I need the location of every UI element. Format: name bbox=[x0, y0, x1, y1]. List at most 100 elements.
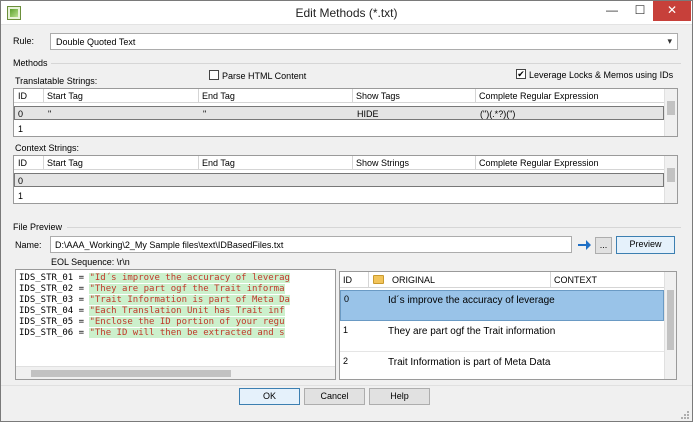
browse-button[interactable]: ... bbox=[595, 237, 612, 254]
parse-html-label: Parse HTML Content bbox=[222, 71, 307, 81]
vertical-scrollbar[interactable] bbox=[664, 89, 677, 136]
line-string: "Id´s improve the accuracy of leverag bbox=[89, 273, 290, 283]
source-line: IDS_STR_06 = "The ID will then be extrac… bbox=[19, 328, 285, 338]
divider bbox=[51, 63, 681, 64]
column-header[interactable]: Show Tags bbox=[356, 91, 400, 101]
column-header[interactable]: ID bbox=[18, 91, 27, 101]
cancel-button[interactable]: Cancel bbox=[304, 388, 365, 405]
row-id: 0 bbox=[18, 109, 24, 119]
ok-button[interactable]: OK bbox=[239, 388, 300, 405]
translatable-strings-label: Translatable Strings: bbox=[15, 76, 98, 86]
line-id: IDS_STR_04 bbox=[19, 306, 74, 316]
go-arrow-icon[interactable] bbox=[576, 237, 592, 253]
column-separator bbox=[198, 156, 199, 170]
minimize-button[interactable]: — bbox=[598, 1, 626, 21]
column-separator bbox=[475, 89, 476, 103]
column-header-original[interactable]: ORIGINAL bbox=[392, 275, 435, 285]
source-line: IDS_STR_03 = "Trait Information is part … bbox=[19, 295, 290, 305]
vertical-scrollbar[interactable] bbox=[664, 272, 676, 379]
rule-label: Rule: bbox=[13, 36, 35, 46]
table-row[interactable]: 1 bbox=[14, 189, 664, 203]
column-separator bbox=[352, 89, 353, 103]
column-separator bbox=[368, 272, 369, 288]
row-id: 0 bbox=[18, 176, 24, 186]
row-id: 1 bbox=[343, 325, 349, 335]
source-preview[interactable]: IDS_STR_01 = "Id´s improve the accuracy … bbox=[15, 269, 336, 380]
name-label: Name: bbox=[15, 240, 42, 250]
line-string: "The ID will then be extracted and s bbox=[89, 328, 285, 338]
column-header[interactable]: Show Strings bbox=[356, 158, 409, 168]
title-bar: Edit Methods (*.txt) — ☐ ✕ bbox=[1, 1, 692, 25]
column-header[interactable]: Complete Regular Expression bbox=[479, 91, 599, 101]
line-string: "Trait Information is part of Meta Da bbox=[89, 295, 290, 305]
row-regex: (")(.*?)(") bbox=[480, 109, 516, 119]
source-line: IDS_STR_04 = "Each Translation Unit has … bbox=[19, 306, 285, 316]
rule-value: Double Quoted Text bbox=[56, 37, 136, 47]
preview-button[interactable]: Preview bbox=[616, 236, 675, 254]
column-separator bbox=[352, 156, 353, 170]
line-id: IDS_STR_05 bbox=[19, 317, 74, 327]
row-id: 2 bbox=[343, 356, 349, 366]
line-string: "Enclose the ID portion of your regu bbox=[89, 317, 285, 327]
grid-header: ID Start Tag End Tag Show Strings Comple… bbox=[14, 156, 664, 170]
source-line: IDS_STR_02 = "They are part ogf the Trai… bbox=[19, 284, 285, 294]
source-line: IDS_STR_01 = "Id´s improve the accuracy … bbox=[19, 273, 290, 283]
parse-html-checkbox[interactable] bbox=[209, 70, 219, 80]
close-button[interactable]: ✕ bbox=[653, 1, 691, 21]
leverage-label: Leverage Locks & Memos using IDs bbox=[529, 70, 674, 80]
preview-table-header: ID ORIGINAL CONTEXT bbox=[340, 272, 664, 288]
preview-table: ID ORIGINAL CONTEXT 0 Id´s improve the a… bbox=[339, 271, 677, 380]
column-header[interactable]: ID bbox=[18, 158, 27, 168]
column-separator bbox=[198, 89, 199, 103]
file-path-value: D:\AAA_Working\2_My Sample files\text\ID… bbox=[55, 240, 284, 250]
scroll-thumb[interactable] bbox=[667, 290, 674, 350]
column-header-id[interactable]: ID bbox=[343, 275, 352, 285]
eol-sequence-label: EOL Sequence: \r\n bbox=[51, 257, 130, 267]
row-id: 1 bbox=[18, 191, 24, 201]
column-separator bbox=[43, 89, 44, 103]
source-line: IDS_STR_05 = "Enclose the ID portion of … bbox=[19, 317, 285, 327]
scroll-thumb[interactable] bbox=[667, 101, 675, 115]
column-header[interactable]: Start Tag bbox=[47, 91, 83, 101]
column-separator bbox=[43, 156, 44, 170]
window-title: Edit Methods (*.txt) bbox=[295, 6, 398, 20]
line-id: IDS_STR_03 bbox=[19, 295, 74, 305]
maximize-button[interactable]: ☐ bbox=[626, 1, 654, 21]
column-header[interactable]: End Tag bbox=[202, 158, 235, 168]
help-button[interactable]: Help bbox=[369, 388, 430, 405]
context-strings-label: Context Strings: bbox=[15, 143, 80, 153]
grid-header: ID Start Tag End Tag Show Tags Complete … bbox=[14, 89, 664, 103]
table-row[interactable]: 0 Id´s improve the accuracy of leverage bbox=[340, 290, 664, 321]
leverage-checkbox[interactable]: ✔ bbox=[516, 69, 526, 79]
row-id: 0 bbox=[344, 294, 350, 304]
line-string: "Each Translation Unit has Trait inf bbox=[89, 306, 285, 316]
table-row[interactable]: 1 They are part ogf the Trait informatio… bbox=[340, 322, 664, 352]
edit-methods-dialog: Edit Methods (*.txt) — ☐ ✕ Rule: Double … bbox=[0, 0, 693, 422]
row-original: Id´s improve the accuracy of leverage bbox=[388, 295, 555, 306]
rule-dropdown[interactable]: Double Quoted Text ▾ bbox=[50, 33, 678, 50]
table-row[interactable]: 1 bbox=[14, 122, 664, 136]
column-separator bbox=[550, 272, 551, 288]
chevron-down-icon: ▾ bbox=[667, 36, 672, 46]
horizontal-scrollbar[interactable] bbox=[16, 366, 335, 379]
divider bbox=[67, 227, 681, 228]
column-header[interactable]: Start Tag bbox=[47, 158, 83, 168]
column-header-context[interactable]: CONTEXT bbox=[554, 275, 597, 285]
row-original: Trait Information is part of Meta Data bbox=[388, 357, 551, 368]
row-id: 1 bbox=[18, 124, 24, 134]
table-row[interactable]: 0 " " HIDE (")(.*?)(") bbox=[14, 106, 664, 120]
table-row[interactable]: 0 bbox=[14, 173, 664, 187]
scroll-thumb[interactable] bbox=[31, 370, 231, 377]
line-id: IDS_STR_01 bbox=[19, 273, 74, 283]
line-string: "They are part ogf the Trait informa bbox=[89, 284, 285, 294]
table-row[interactable]: 2 Trait Information is part of Meta Data bbox=[340, 353, 664, 379]
line-id: IDS_STR_02 bbox=[19, 284, 74, 294]
column-header[interactable]: Complete Regular Expression bbox=[479, 158, 599, 168]
context-strings-grid: ID Start Tag End Tag Show Strings Comple… bbox=[13, 155, 678, 204]
vertical-scrollbar[interactable] bbox=[664, 156, 677, 203]
column-header[interactable]: End Tag bbox=[202, 91, 235, 101]
resize-grip-icon[interactable] bbox=[680, 410, 690, 420]
divider bbox=[1, 385, 692, 386]
scroll-thumb[interactable] bbox=[667, 168, 675, 182]
file-path-field[interactable]: D:\AAA_Working\2_My Sample files\text\ID… bbox=[50, 236, 572, 253]
